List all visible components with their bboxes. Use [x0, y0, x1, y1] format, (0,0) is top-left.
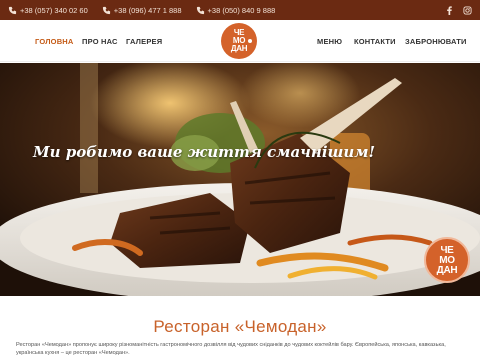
section-description: Ресторан «Чемодан» пропонує широку різно… [16, 342, 446, 356]
nav-item-about[interactable]: ПРО НАС [82, 37, 118, 46]
phone-number: +38 (050) 840 9 888 [207, 5, 276, 15]
phone-icon [8, 6, 17, 15]
facebook-icon[interactable] [445, 5, 454, 15]
phone-icon [102, 6, 111, 15]
hero-food-photo [0, 63, 480, 296]
phone-number: +38 (096) 477 1 888 [113, 5, 182, 15]
nav-item-reserve[interactable]: ЗАБРОНЮВАТИ [405, 37, 467, 46]
hero-banner: Ми робимо ваше життя смачнішим! [0, 63, 480, 296]
phone-icon [196, 6, 205, 15]
top-contact-bar: +38 (057) 340 02 60 +38 (096) 477 1 888 … [0, 0, 480, 20]
instagram-icon[interactable] [463, 5, 472, 15]
phone-1[interactable]: +38 (057) 340 02 60 [8, 6, 88, 15]
brand-badge[interactable]: ЧЕ МО ДАН [424, 237, 470, 283]
nav-item-home[interactable]: ГОЛОВНА [35, 37, 74, 46]
about-section: Ресторан «Чемодан» Ресторан «Чемодан» пр… [0, 296, 480, 360]
logo-line: ДАН [230, 44, 248, 53]
phone-2[interactable]: +38 (096) 477 1 888 [102, 6, 182, 15]
hero-tagline: Ми робимо ваше життя смачнішим! [33, 143, 376, 161]
phone-3[interactable]: +38 (050) 840 9 888 [196, 5, 276, 15]
social-links [445, 5, 472, 15]
nav-item-gallery[interactable]: ГАЛЕРЕЯ [126, 37, 162, 46]
badge-wordmark: ЧЕ МО ДАН [426, 239, 468, 281]
phone-number: +38 (057) 340 02 60 [20, 5, 88, 15]
logo-dot [248, 39, 252, 43]
nav-item-contacts[interactable]: КОНТАКТИ [354, 37, 396, 46]
nav-item-menu[interactable]: МЕНЮ [317, 37, 342, 46]
brand-logo[interactable]: ЧЕ МО ДАН [221, 23, 257, 59]
section-title: Ресторан «Чемодан» [153, 317, 327, 336]
badge-line: ДАН [436, 265, 458, 276]
